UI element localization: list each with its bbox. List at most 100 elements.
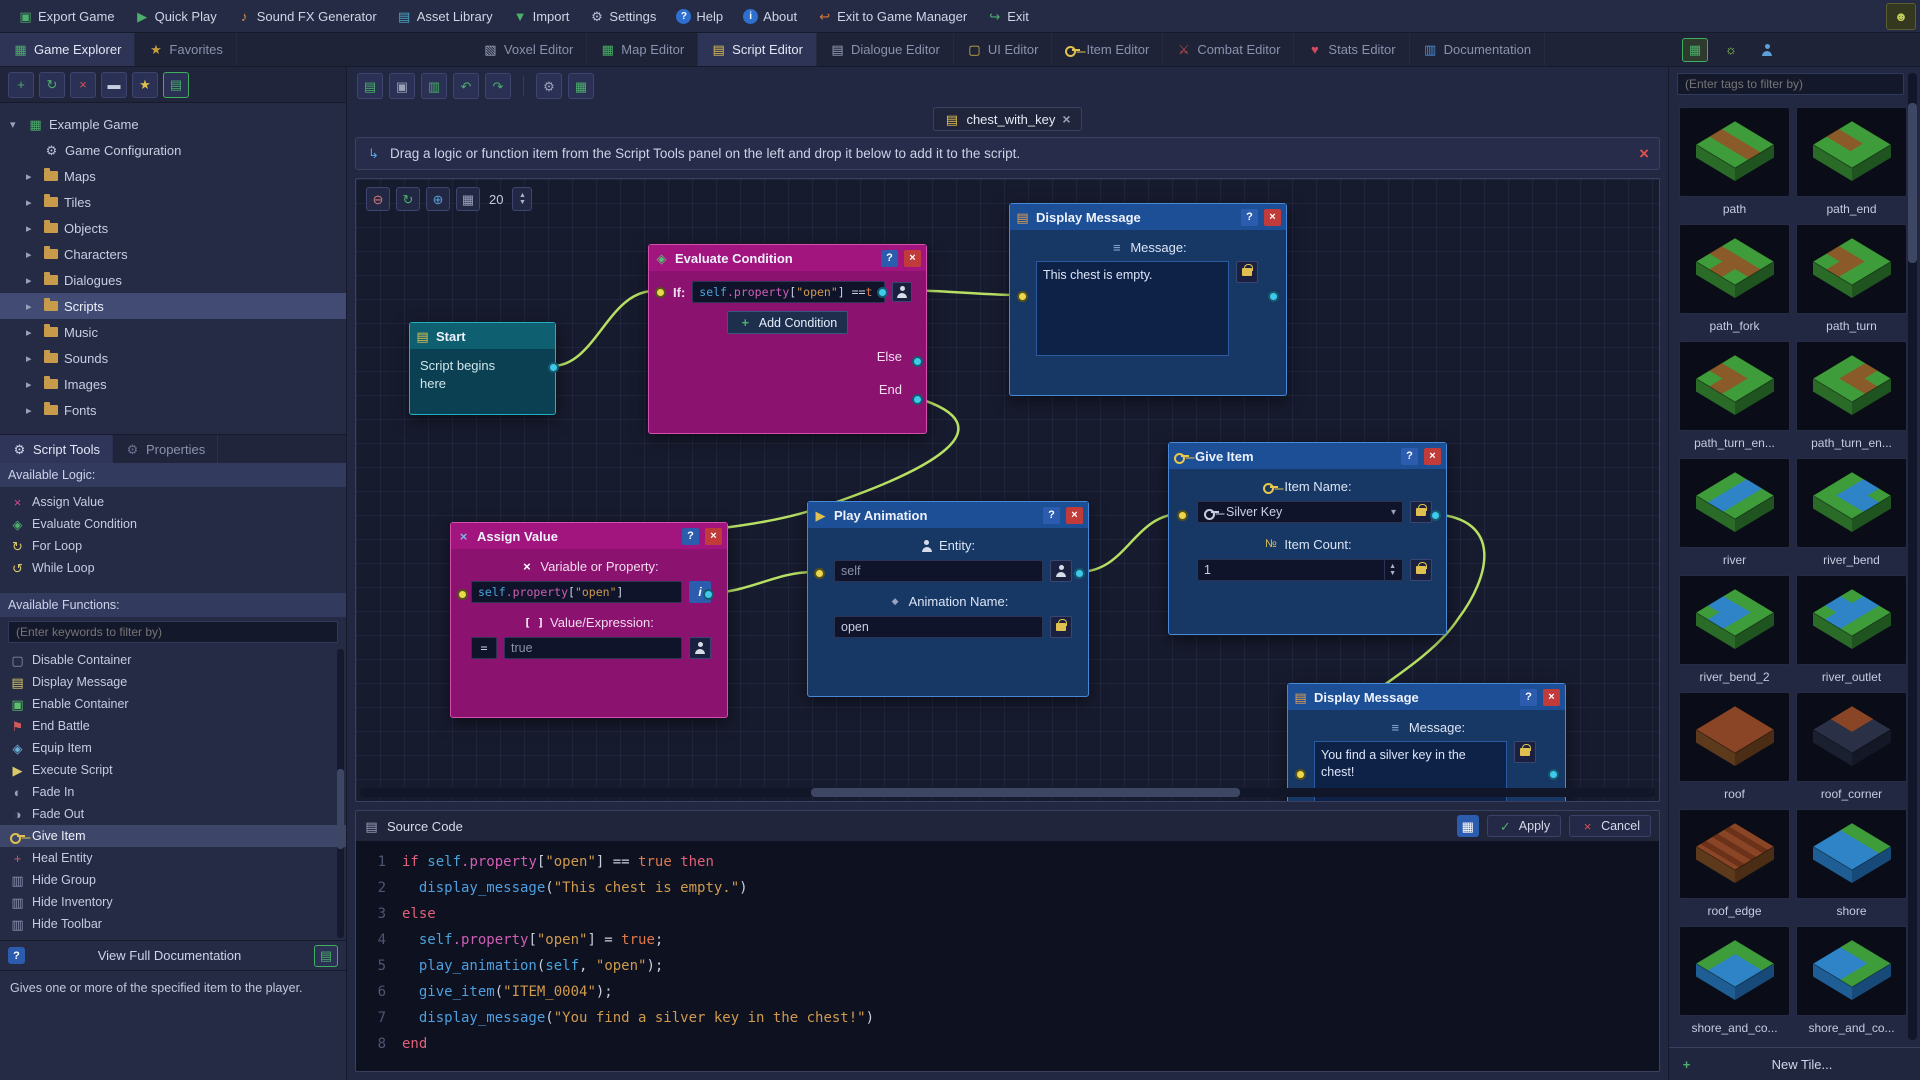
tile-path-fork[interactable]: path_fork	[1677, 224, 1792, 339]
tile-shore-and-co[interactable]: shore_and_co...	[1794, 926, 1909, 1041]
chevron-down-icon[interactable]: ▾	[10, 118, 22, 131]
chevron-right-icon[interactable]: ▸	[26, 170, 38, 183]
menu-settings[interactable]: ⚙ Settings	[581, 5, 664, 28]
node-display-message-2[interactable]: ▤ Display Message ? × ≡ Message:	[1287, 683, 1566, 801]
function-item-equip-item[interactable]: ◈ Equip Item	[0, 737, 346, 759]
end-output-port[interactable]	[912, 394, 923, 405]
tile-shore-and-co[interactable]: shore_and_co...	[1677, 926, 1792, 1041]
node-play-animation[interactable]: ▶ Play Animation ? × Entity: self ◆ Anim…	[807, 501, 1089, 697]
function-item-display-message[interactable]: ▤ Display Message	[0, 671, 346, 693]
node-canvas[interactable]: ⊖ ↻ ⊕ ▦ 20 ▲ ▼ ▤ Start Script begins her…	[355, 178, 1660, 802]
add-button[interactable]: +	[8, 71, 34, 98]
add-condition-button[interactable]: + Add Condition	[726, 311, 849, 334]
code-editor[interactable]: 1 if self.property["open"] == true then 2 …	[356, 841, 1659, 1071]
tab-documentation[interactable]: ▥ Documentation	[1410, 33, 1546, 66]
canvas-horizontal-scrollbar[interactable]	[360, 788, 1655, 797]
node-close-button[interactable]: ×	[1424, 447, 1441, 465]
node-header[interactable]: ▤ Start	[410, 323, 555, 349]
tile-river-bend[interactable]: river_bend	[1794, 458, 1909, 573]
chevron-right-icon[interactable]: ▸	[26, 352, 38, 365]
message-textarea[interactable]	[1036, 261, 1229, 356]
favorite-button[interactable]: ★	[132, 71, 158, 98]
grid-size-stepper[interactable]: ▲ ▼	[512, 187, 533, 211]
node-close-button[interactable]: ×	[1066, 506, 1083, 524]
tree-item-scripts[interactable]: ▸ Scripts	[0, 293, 346, 319]
function-item-hide-group[interactable]: ▥ Hide Group	[0, 869, 346, 891]
script-tab-chest-with-key[interactable]: ▤ chest_with_key ×	[933, 107, 1082, 131]
tab-ui-editor[interactable]: ▢ UI Editor	[954, 33, 1053, 66]
node-header[interactable]: ▤ Display Message ? ×	[1010, 204, 1286, 230]
function-item-fade-out[interactable]: ◑ Fade Out	[0, 803, 346, 825]
chevron-right-icon[interactable]: ▸	[26, 404, 38, 417]
zoom-in-button[interactable]: ⊕	[426, 187, 450, 211]
new-script-button[interactable]: ▤	[357, 73, 383, 99]
tile-river[interactable]: river	[1677, 458, 1792, 573]
item-name-select[interactable]: Silver Key ▾	[1197, 501, 1403, 523]
function-item-end-battle[interactable]: ⚑ End Battle	[0, 715, 346, 737]
chevron-right-icon[interactable]: ▸	[26, 300, 38, 313]
input-port[interactable]	[814, 568, 825, 579]
lock-button[interactable]	[1050, 616, 1072, 638]
tile-roof[interactable]: roof	[1677, 692, 1792, 807]
function-item-enable-container[interactable]: ▣ Enable Container	[0, 693, 346, 715]
tile-path-turn-en[interactable]: path_turn_en...	[1677, 341, 1792, 456]
logic-item-evaluate-condition[interactable]: ◈ Evaluate Condition	[0, 513, 346, 535]
tree-item-example-game[interactable]: ▾ ▦ Example Game	[0, 111, 346, 137]
lock-button[interactable]	[1514, 741, 1536, 763]
node-help-button[interactable]: ?	[1520, 688, 1537, 706]
pick-entity-button[interactable]	[1050, 560, 1072, 582]
tile-path-end[interactable]: path_end	[1794, 107, 1909, 222]
tab-favorites[interactable]: ★ Favorites	[135, 33, 237, 66]
node-header[interactable]: × Assign Value ? ×	[451, 523, 727, 549]
node-give-item[interactable]: Give Item ? × Item Name: Silver Key ▾ № …	[1168, 442, 1447, 635]
lock-button[interactable]	[1410, 501, 1432, 523]
output-port[interactable]	[703, 589, 714, 600]
zoom-out-button[interactable]: ⊖	[366, 187, 390, 211]
tab-item-editor[interactable]: Item Editor	[1052, 33, 1164, 66]
cancel-button[interactable]: × Cancel	[1569, 815, 1651, 837]
tile-river-bend-2[interactable]: river_bend_2	[1677, 575, 1792, 690]
output-port[interactable]	[1548, 769, 1559, 780]
tree-item-objects[interactable]: ▸ Objects	[0, 215, 346, 241]
delete-button[interactable]: ×	[70, 71, 96, 98]
logic-item-for-loop[interactable]: ↻ For Loop	[0, 535, 346, 557]
menu-about[interactable]: i About	[735, 5, 805, 28]
tree-item-characters[interactable]: ▸ Characters	[0, 241, 346, 267]
tile-roof-edge[interactable]: roof_edge	[1677, 809, 1792, 924]
mascot-button[interactable]: ☻	[1886, 2, 1916, 30]
node-header[interactable]: ◈ Evaluate Condition ? ×	[649, 245, 926, 271]
refresh-button[interactable]: ↻	[39, 71, 65, 98]
tile-path-turn-en[interactable]: path_turn_en...	[1794, 341, 1909, 456]
doc-toggle-button[interactable]: ▤	[314, 944, 338, 967]
function-item-execute-script[interactable]: ▶ Execute Script	[0, 759, 346, 781]
tree-item-fonts[interactable]: ▸ Fonts	[0, 397, 346, 423]
tab-voxel-editor[interactable]: ▧ Voxel Editor	[470, 33, 588, 66]
lock-button[interactable]	[1236, 261, 1258, 283]
tree-item-sounds[interactable]: ▸ Sounds	[0, 345, 346, 371]
input-port[interactable]	[1295, 769, 1306, 780]
tree-item-maps[interactable]: ▸ Maps	[0, 163, 346, 189]
node-help-button[interactable]: ?	[881, 249, 898, 267]
tab-hints[interactable]: ☼	[1718, 38, 1744, 62]
then-output-port[interactable]	[877, 287, 888, 298]
scrollbar-thumb[interactable]	[811, 788, 1240, 797]
tab-script-editor[interactable]: ▤ Script Editor	[698, 33, 817, 66]
function-list-scrollbar[interactable]	[337, 649, 344, 938]
tab-combat-editor[interactable]: ⚔ Combat Editor	[1163, 33, 1295, 66]
node-close-button[interactable]: ×	[705, 527, 722, 545]
menu-quick-play[interactable]: ▶ Quick Play	[127, 5, 225, 28]
menu-sound-fx-generator[interactable]: ♪ Sound FX Generator	[229, 5, 385, 28]
tile-panel-scrollbar[interactable]	[1908, 73, 1917, 1040]
tree-item-music[interactable]: ▸ Music	[0, 319, 346, 345]
node-help-button[interactable]: ?	[682, 527, 699, 545]
scrollbar-thumb[interactable]	[1908, 103, 1917, 263]
condition-input[interactable]: self .property["open"] == t	[692, 281, 885, 303]
logic-item-while-loop[interactable]: ↺ While Loop	[0, 557, 346, 579]
function-item-hide-toolbar[interactable]: ▥ Hide Toolbar	[0, 913, 346, 935]
input-port[interactable]	[655, 287, 666, 298]
node-assign-value[interactable]: × Assign Value ? × × Variable or Propert…	[450, 522, 728, 718]
menu-exit-to-game-manager[interactable]: ↩ Exit to Game Manager	[809, 5, 975, 28]
tab-script-tools[interactable]: ⚙ Script Tools	[0, 435, 113, 463]
save-button[interactable]: ▣	[389, 73, 415, 99]
node-close-button[interactable]: ×	[1543, 688, 1560, 706]
